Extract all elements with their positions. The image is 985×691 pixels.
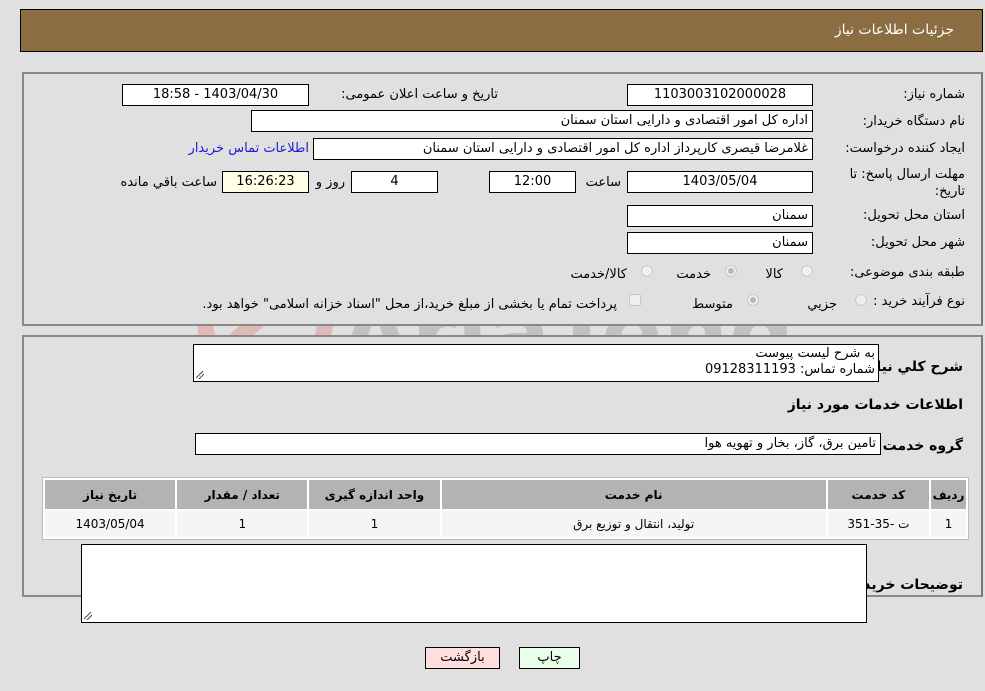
announce-datetime-field[interactable]: 1403/04/30 - 18:58 bbox=[122, 84, 309, 106]
description-line-1: به شرح لیست پیوست bbox=[755, 346, 875, 361]
delivery-province-label: استان محل تحویل: bbox=[863, 208, 965, 223]
resize-grip-icon[interactable] bbox=[196, 371, 204, 379]
buyer-notes-textarea[interactable] bbox=[81, 544, 867, 623]
buyer-contact-link[interactable]: اطلاعات تماس خریدار bbox=[189, 141, 309, 156]
deadline-label: مهلت ارسال پاسخ: تا تاریخ: bbox=[849, 167, 965, 199]
service-group-field[interactable]: تامین برق، گاز، بخار و تهویه هوا bbox=[195, 433, 881, 455]
cell-service-code: ت -35-351 bbox=[827, 511, 930, 537]
cell-unit: 1 bbox=[309, 511, 440, 537]
col-header-row: ردیف bbox=[931, 480, 966, 509]
description-line-2: شماره تماس: 09128311193 bbox=[704, 362, 875, 377]
page-header: جزئیات اطلاعات نیاز bbox=[20, 9, 983, 52]
requester-field[interactable]: غلامرضا قیصری کارپرداز اداره کل امور اقت… bbox=[313, 138, 813, 160]
treasury-note: پرداخت تمام یا بخشی از مبلغ خرید،از محل … bbox=[202, 297, 617, 312]
category-radio-service[interactable] bbox=[725, 265, 737, 277]
col-header-service-name: نام خدمت bbox=[441, 480, 826, 509]
buyer-org-field[interactable]: اداره کل امور اقتصادی و دارایی استان سمن… bbox=[251, 110, 813, 132]
resize-grip-icon[interactable] bbox=[84, 612, 92, 620]
deadline-time-field[interactable]: 12:00 bbox=[489, 171, 576, 193]
services-table: ردیف کد خدمت نام خدمت واحد اندازه گیری ت… bbox=[42, 477, 969, 540]
delivery-city-field[interactable]: سمنان bbox=[627, 232, 813, 254]
cell-service-name: تولید، انتقال و توزیع برق bbox=[441, 511, 826, 537]
category-option-goods: کالا bbox=[765, 267, 783, 282]
cell-row-number: 1 bbox=[931, 511, 966, 537]
page-title: جزئیات اطلاعات نیاز bbox=[834, 22, 954, 38]
requester-label: ایجاد کننده درخواست: bbox=[845, 141, 965, 156]
table-row: 1 ت -35-351 تولید، انتقال و توزیع برق 1 … bbox=[45, 511, 966, 537]
need-info-panel: شماره نیاز: 1103003102000028 تاریخ و ساع… bbox=[22, 72, 983, 326]
treasury-checkbox[interactable] bbox=[629, 294, 641, 306]
deadline-time-label: ساعت bbox=[585, 175, 621, 190]
col-header-quantity: تعداد / مقدار bbox=[177, 480, 308, 509]
announce-datetime-label: تاریخ و ساعت اعلان عمومی: bbox=[341, 87, 498, 102]
table-header-row: ردیف کد خدمت نام خدمت واحد اندازه گیری ت… bbox=[45, 480, 966, 509]
deadline-date-field[interactable]: 1403/05/04 bbox=[627, 171, 813, 193]
remaining-days-field[interactable]: 4 bbox=[351, 171, 438, 193]
description-textarea[interactable]: به شرح لیست پیوست شماره تماس: 0912831119… bbox=[193, 344, 879, 382]
purchase-radio-medium[interactable] bbox=[747, 294, 759, 306]
category-option-goods-service: کالا/خدمت bbox=[570, 267, 627, 282]
days-label: روز و bbox=[315, 175, 345, 190]
category-option-service: خدمت bbox=[676, 267, 711, 282]
purchase-option-minor: جزیي bbox=[807, 297, 837, 312]
remaining-time-label: ساعت باقي مانده bbox=[120, 175, 217, 190]
back-button[interactable]: بازگشت bbox=[425, 647, 500, 669]
delivery-city-label: شهر محل تحویل: bbox=[870, 235, 965, 250]
service-group-label: گروه خدمت: bbox=[877, 438, 963, 454]
col-header-service-code: کد خدمت bbox=[827, 480, 930, 509]
purchase-option-medium: متوسط bbox=[692, 297, 733, 312]
buyer-org-label: نام دستگاه خریدار: bbox=[862, 114, 965, 129]
category-radio-goods[interactable] bbox=[801, 265, 813, 277]
purchase-radio-minor[interactable] bbox=[855, 294, 867, 306]
cell-quantity: 1 bbox=[177, 511, 308, 537]
cell-need-date: 1403/05/04 bbox=[45, 511, 176, 537]
print-button[interactable]: چاپ bbox=[519, 647, 580, 669]
delivery-province-field[interactable]: سمنان bbox=[627, 205, 813, 227]
need-details-panel: شرح کلي نیاز: به شرح لیست پیوست شماره تم… bbox=[22, 335, 983, 623]
col-header-need-date: تاریخ نیاز bbox=[45, 480, 176, 509]
category-radio-goods-service[interactable] bbox=[641, 265, 653, 277]
services-heading: اطلاعات خدمات مورد نیاز bbox=[787, 397, 963, 413]
need-number-field[interactable]: 1103003102000028 bbox=[627, 84, 813, 106]
remaining-time-field[interactable]: 16:26:23 bbox=[222, 171, 309, 193]
col-header-unit: واحد اندازه گیری bbox=[309, 480, 440, 509]
need-number-label: شماره نیاز: bbox=[903, 87, 965, 102]
purchase-type-label: نوع فرآیند خرید : bbox=[873, 294, 965, 309]
category-label: طبقه بندی موضوعی: bbox=[849, 265, 965, 280]
